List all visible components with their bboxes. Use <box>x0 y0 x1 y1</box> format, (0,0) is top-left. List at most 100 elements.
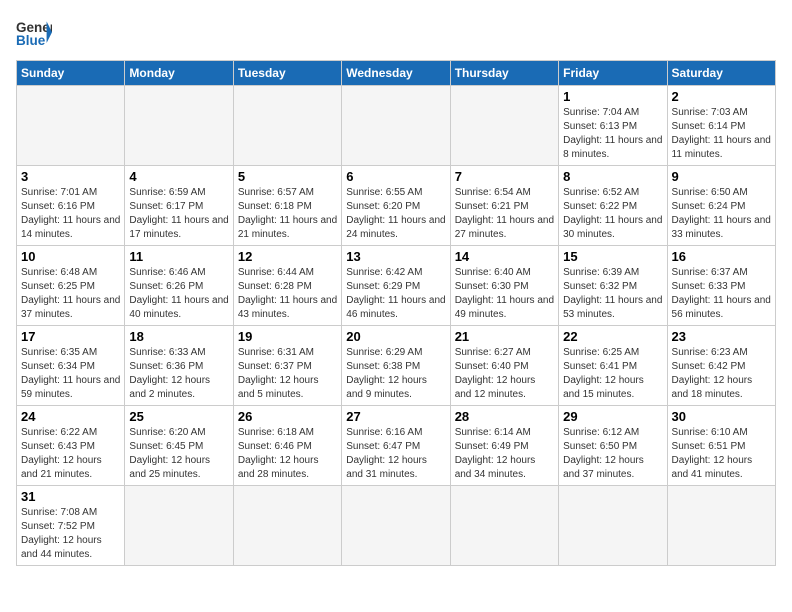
day-number: 27 <box>346 409 445 424</box>
day-number: 1 <box>563 89 662 104</box>
day-number: 19 <box>238 329 337 344</box>
calendar-cell: 7Sunrise: 6:54 AM Sunset: 6:21 PM Daylig… <box>450 166 558 246</box>
day-info: Sunrise: 6:48 AM Sunset: 6:25 PM Dayligh… <box>21 266 120 322</box>
day-number: 16 <box>672 249 771 264</box>
day-info: Sunrise: 7:03 AM Sunset: 6:14 PM Dayligh… <box>672 106 771 162</box>
day-number: 14 <box>455 249 554 264</box>
calendar-cell: 21 Sunrise: 6:27 AM Sunset: 6:40 PM Dayli… <box>450 326 558 406</box>
day-number: 13 <box>346 249 445 264</box>
day-info: Sunrise: 6:23 AM Sunset: 6:42 PM Dayligh… <box>672 346 771 402</box>
day-number: 10 <box>21 249 120 264</box>
day-info: Sunrise: 7:01 AM Sunset: 6:16 PM Dayligh… <box>21 186 120 242</box>
calendar-cell <box>342 86 450 166</box>
calendar-cell: 12Sunrise: 6:44 AM Sunset: 6:28 PM Dayli… <box>233 246 341 326</box>
calendar-cell: 29 Sunrise: 6:12 AM Sunset: 6:50 PM Dayli… <box>559 406 667 486</box>
calendar-cell: 9 Sunrise: 6:50 AM Sunset: 6:24 PM Daylig… <box>667 166 775 246</box>
day-info: Sunrise: 6:31 AM Sunset: 6:37 PM Dayligh… <box>238 346 337 402</box>
svg-text:Blue: Blue <box>16 33 46 48</box>
day-info: Sunrise: 6:35 AM Sunset: 6:34 PM Dayligh… <box>21 346 120 402</box>
calendar-cell: 22 Sunrise: 6:25 AM Sunset: 6:41 PM Dayli… <box>559 326 667 406</box>
weekday-header-tuesday: Tuesday <box>233 61 341 86</box>
day-number: 20 <box>346 329 445 344</box>
calendar-cell: 6 Sunrise: 6:55 AM Sunset: 6:20 PM Daylig… <box>342 166 450 246</box>
day-info: Sunrise: 6:50 AM Sunset: 6:24 PM Dayligh… <box>672 186 771 242</box>
logo: General Blue <box>16 16 52 52</box>
calendar-cell: 25 Sunrise: 6:20 AM Sunset: 6:45 PM Dayli… <box>125 406 233 486</box>
day-info: Sunrise: 7:08 AM Sunset: 7:52 PM Dayligh… <box>21 506 120 562</box>
calendar-cell: 13 Sunrise: 6:42 AM Sunset: 6:29 PM Dayli… <box>342 246 450 326</box>
day-number: 25 <box>129 409 228 424</box>
day-info: Sunrise: 6:27 AM Sunset: 6:40 PM Dayligh… <box>455 346 554 402</box>
calendar-cell: 14 Sunrise: 6:40 AM Sunset: 6:30 PM Dayli… <box>450 246 558 326</box>
day-number: 9 <box>672 169 771 184</box>
weekday-header-friday: Friday <box>559 61 667 86</box>
day-number: 6 <box>346 169 445 184</box>
header: General Blue <box>16 16 776 52</box>
logo-icon: General Blue <box>16 16 52 52</box>
calendar-cell: 1 Sunrise: 7:04 AM Sunset: 6:13 PM Daylig… <box>559 86 667 166</box>
calendar-cell: 2Sunrise: 7:03 AM Sunset: 6:14 PM Daylig… <box>667 86 775 166</box>
day-info: Sunrise: 6:16 AM Sunset: 6:47 PM Dayligh… <box>346 426 445 482</box>
calendar-cell <box>342 486 450 566</box>
day-info: Sunrise: 6:14 AM Sunset: 6:49 PM Dayligh… <box>455 426 554 482</box>
day-number: 24 <box>21 409 120 424</box>
weekday-header-monday: Monday <box>125 61 233 86</box>
calendar-cell: 24Sunrise: 6:22 AM Sunset: 6:43 PM Dayli… <box>17 406 125 486</box>
calendar-cell: 30Sunrise: 6:10 AM Sunset: 6:51 PM Dayli… <box>667 406 775 486</box>
day-number: 7 <box>455 169 554 184</box>
weekday-header-saturday: Saturday <box>667 61 775 86</box>
day-info: Sunrise: 6:46 AM Sunset: 6:26 PM Dayligh… <box>129 266 228 322</box>
calendar-cell <box>125 486 233 566</box>
day-info: Sunrise: 6:44 AM Sunset: 6:28 PM Dayligh… <box>238 266 337 322</box>
calendar-cell <box>450 486 558 566</box>
day-info: Sunrise: 6:33 AM Sunset: 6:36 PM Dayligh… <box>129 346 228 402</box>
calendar-cell: 26Sunrise: 6:18 AM Sunset: 6:46 PM Dayli… <box>233 406 341 486</box>
day-info: Sunrise: 6:12 AM Sunset: 6:50 PM Dayligh… <box>563 426 662 482</box>
day-number: 18 <box>129 329 228 344</box>
day-info: Sunrise: 6:52 AM Sunset: 6:22 PM Dayligh… <box>563 186 662 242</box>
day-number: 4 <box>129 169 228 184</box>
weekday-header-wednesday: Wednesday <box>342 61 450 86</box>
calendar-cell <box>233 486 341 566</box>
day-number: 29 <box>563 409 662 424</box>
day-info: Sunrise: 6:42 AM Sunset: 6:29 PM Dayligh… <box>346 266 445 322</box>
day-number: 11 <box>129 249 228 264</box>
day-info: Sunrise: 6:37 AM Sunset: 6:33 PM Dayligh… <box>672 266 771 322</box>
calendar-cell: 16 Sunrise: 6:37 AM Sunset: 6:33 PM Dayli… <box>667 246 775 326</box>
calendar-cell: 17 Sunrise: 6:35 AM Sunset: 6:34 PM Dayli… <box>17 326 125 406</box>
calendar-cell <box>559 486 667 566</box>
weekday-header-sunday: Sunday <box>17 61 125 86</box>
calendar-cell: 8 Sunrise: 6:52 AM Sunset: 6:22 PM Daylig… <box>559 166 667 246</box>
calendar-cell: 28 Sunrise: 6:14 AM Sunset: 6:49 PM Dayli… <box>450 406 558 486</box>
calendar-cell: 31 Sunrise: 7:08 AM Sunset: 7:52 PM Dayli… <box>17 486 125 566</box>
day-info: Sunrise: 6:55 AM Sunset: 6:20 PM Dayligh… <box>346 186 445 242</box>
calendar-cell <box>233 86 341 166</box>
calendar-cell <box>125 86 233 166</box>
day-info: Sunrise: 6:25 AM Sunset: 6:41 PM Dayligh… <box>563 346 662 402</box>
calendar-cell: 3 Sunrise: 7:01 AM Sunset: 6:16 PM Daylig… <box>17 166 125 246</box>
calendar-cell <box>450 86 558 166</box>
day-number: 22 <box>563 329 662 344</box>
day-number: 8 <box>563 169 662 184</box>
day-info: Sunrise: 6:20 AM Sunset: 6:45 PM Dayligh… <box>129 426 228 482</box>
day-info: Sunrise: 6:10 AM Sunset: 6:51 PM Dayligh… <box>672 426 771 482</box>
day-info: Sunrise: 6:29 AM Sunset: 6:38 PM Dayligh… <box>346 346 445 402</box>
day-number: 21 <box>455 329 554 344</box>
day-info: Sunrise: 6:18 AM Sunset: 6:46 PM Dayligh… <box>238 426 337 482</box>
day-number: 17 <box>21 329 120 344</box>
day-number: 23 <box>672 329 771 344</box>
calendar-cell: 15Sunrise: 6:39 AM Sunset: 6:32 PM Dayli… <box>559 246 667 326</box>
day-number: 28 <box>455 409 554 424</box>
calendar-cell: 5Sunrise: 6:57 AM Sunset: 6:18 PM Daylig… <box>233 166 341 246</box>
day-number: 3 <box>21 169 120 184</box>
calendar-cell <box>17 86 125 166</box>
calendar-cell: 10 Sunrise: 6:48 AM Sunset: 6:25 PM Dayli… <box>17 246 125 326</box>
day-info: Sunrise: 6:59 AM Sunset: 6:17 PM Dayligh… <box>129 186 228 242</box>
calendar-cell: 20 Sunrise: 6:29 AM Sunset: 6:38 PM Dayli… <box>342 326 450 406</box>
day-number: 31 <box>21 489 120 504</box>
calendar-cell <box>667 486 775 566</box>
day-info: Sunrise: 6:40 AM Sunset: 6:30 PM Dayligh… <box>455 266 554 322</box>
calendar-cell: 27 Sunrise: 6:16 AM Sunset: 6:47 PM Dayli… <box>342 406 450 486</box>
day-info: Sunrise: 7:04 AM Sunset: 6:13 PM Dayligh… <box>563 106 662 162</box>
day-number: 5 <box>238 169 337 184</box>
